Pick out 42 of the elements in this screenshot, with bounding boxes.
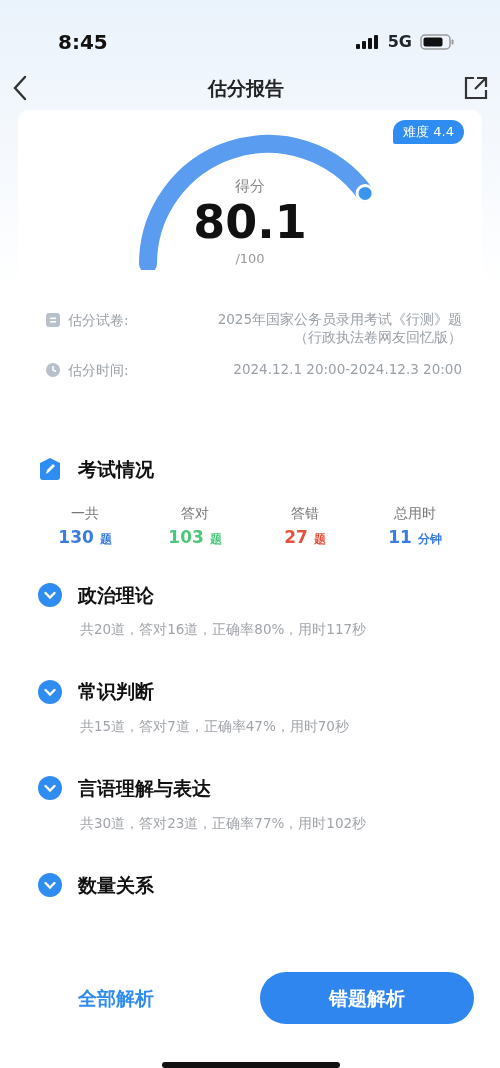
chevron-down-icon[interactable] [38, 873, 62, 898]
stat-label: 答错 [291, 505, 319, 522]
stat-value: 103 题 [168, 527, 222, 548]
subject-title: 数量关系 [78, 872, 154, 898]
stat-label: 一共 [71, 505, 99, 522]
status-time: 8:45 [58, 29, 108, 56]
stat-label: 答对 [181, 505, 209, 522]
score-label: 得分 [235, 177, 265, 195]
network-label: 5G [387, 31, 412, 53]
stat-value: 27 题 [284, 527, 326, 548]
battery-icon [420, 34, 454, 50]
chevron-down-icon[interactable] [38, 582, 62, 607]
subject-summary: 共30道，答对23道，正确率77%，用时102秒 [80, 814, 367, 831]
chevron-down-icon[interactable] [38, 679, 62, 704]
signal-icon [355, 35, 380, 49]
stat-value: 11 分钟 [388, 527, 442, 548]
info-value: 2024.12.1 20:00-2024.12.3 20:00 [233, 361, 462, 378]
subject-title: 政治理论 [78, 582, 154, 608]
info-value: （行政执法卷网友回忆版） [294, 329, 462, 346]
info-label: 估分时间: [68, 361, 129, 381]
document-icon [46, 313, 60, 327]
subject-title: 言语理解与表达 [78, 776, 211, 802]
share-icon[interactable] [464, 76, 488, 100]
clock-icon [46, 363, 60, 378]
subject-title: 常识判断 [78, 679, 154, 705]
score-value: 80.1 [193, 195, 307, 249]
page-title: 估分报告 [208, 75, 284, 101]
stat-value: 130 题 [58, 527, 112, 548]
wrong-analysis-button[interactable]: 错题解析 [260, 972, 474, 1024]
subject-summary: 共15道，答对7道，正确率47%，用时70秒 [80, 717, 349, 734]
back-icon[interactable] [12, 75, 28, 101]
pencil-icon [38, 456, 62, 481]
difficulty-badge: 难度 4.4 [393, 120, 464, 144]
info-label: 估分试卷: [68, 311, 129, 330]
info-value: 2025年国家公务员录用考试《行测》题 [217, 311, 462, 327]
stat-label: 总用时 [394, 505, 436, 522]
all-analysis-button[interactable]: 全部解析 [26, 972, 206, 1024]
score-total: /100 [235, 251, 265, 267]
gauge-dot [355, 183, 375, 203]
subject-summary: 共20道，答对16道，正确率80%，用时117秒 [80, 621, 367, 638]
section-title: 考试情况 [78, 456, 154, 482]
chevron-down-icon[interactable] [38, 776, 62, 801]
